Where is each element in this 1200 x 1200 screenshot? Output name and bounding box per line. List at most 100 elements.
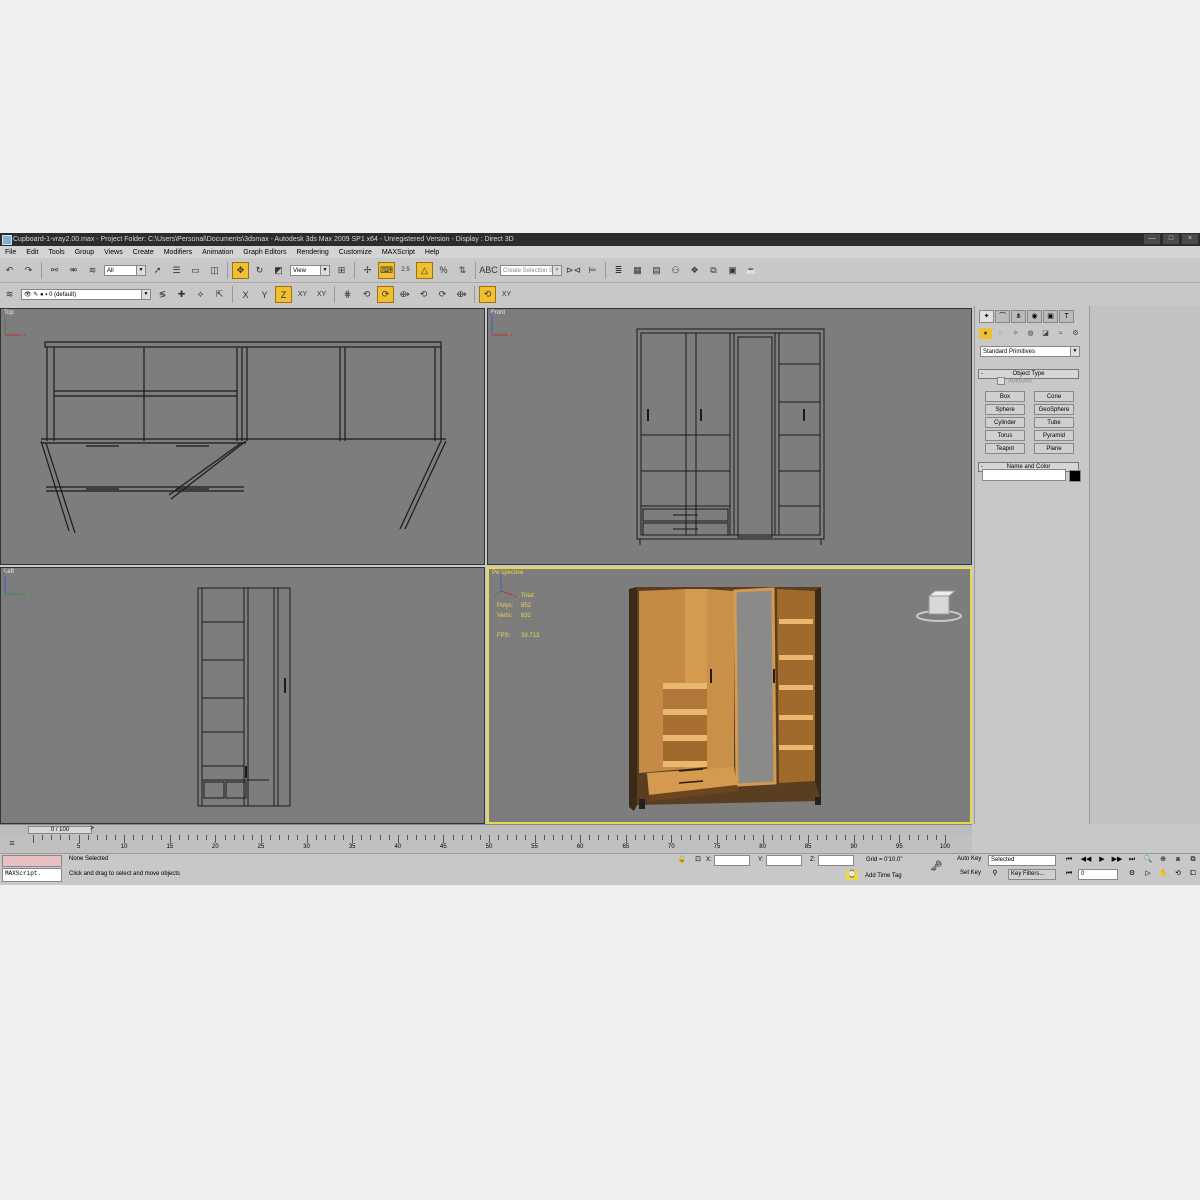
set-key-icon[interactable]: 🗝 xyxy=(930,862,943,872)
viewport-front[interactable]: Front z x xyxy=(487,308,972,565)
undo-icon[interactable]: ↶ xyxy=(1,262,18,279)
menu-animation[interactable]: Animation xyxy=(197,249,238,256)
reference-coordinate-dropdown[interactable]: View ▼ xyxy=(290,264,330,276)
window-crossing-icon[interactable]: ◫ xyxy=(206,262,223,279)
menu-tools[interactable]: Tools xyxy=(43,249,69,256)
rendered-frame-icon[interactable]: ▣ xyxy=(724,262,741,279)
geosphere-button[interactable]: GeoSphere xyxy=(1034,404,1074,415)
motion-tab-icon[interactable]: ◉ xyxy=(1027,310,1042,323)
menu-help[interactable]: Help xyxy=(420,249,444,256)
set-current-layer-icon[interactable]: ⇱ xyxy=(211,286,228,303)
layer-manager-icon[interactable]: ≣ xyxy=(610,262,627,279)
snap-bbox-icon[interactable]: ⟴ xyxy=(453,286,470,303)
select-rotate-icon[interactable]: ↻ xyxy=(251,262,268,279)
box-button[interactable]: Box xyxy=(985,391,1025,402)
axis-constraint-xy-button[interactable]: XY xyxy=(498,286,515,303)
select-object-icon[interactable]: ➚ xyxy=(149,262,166,279)
menu-rendering[interactable]: Rendering xyxy=(291,249,333,256)
material-editor-icon[interactable]: ❖ xyxy=(686,262,703,279)
app-icon[interactable] xyxy=(2,235,12,245)
menu-file[interactable]: File xyxy=(0,249,21,256)
menu-customize[interactable]: Customize xyxy=(334,249,377,256)
teapot-button[interactable]: Teapot xyxy=(985,443,1025,454)
previous-frame-icon[interactable]: ◀◀ xyxy=(1080,855,1092,865)
angle-snap-icon[interactable]: △ xyxy=(416,261,433,279)
field-of-view-icon[interactable]: ▷ xyxy=(1142,869,1154,879)
rect-selection-icon[interactable]: ▭ xyxy=(187,262,204,279)
tube-button[interactable]: Tube xyxy=(1034,417,1074,428)
sphere-button[interactable]: Sphere xyxy=(985,404,1025,415)
zoom-extents-icon[interactable]: ⧈ xyxy=(1172,855,1184,865)
go-to-end-icon[interactable]: ⏭ xyxy=(1126,855,1138,865)
selection-filter-dropdown[interactable]: All ▼ xyxy=(104,264,146,276)
zoom-all-icon[interactable]: ⊕ xyxy=(1157,855,1169,865)
track-bar[interactable]: ≡ 5 10 15 20 25 30 35 40 45 50 55 60 65 70 75 80 85 90 95 1… xyxy=(0,835,972,853)
menu-views[interactable]: Views xyxy=(99,249,128,256)
menu-maxscript[interactable]: MAXScript xyxy=(377,249,420,256)
axis-x-button[interactable]: X xyxy=(237,286,254,303)
select-move-icon[interactable]: ✥ xyxy=(232,261,249,279)
minimize-button[interactable]: — xyxy=(1144,234,1160,244)
object-name-input[interactable] xyxy=(982,469,1066,481)
axis-y-button[interactable]: Y xyxy=(256,286,273,303)
y-coordinate-input[interactable] xyxy=(766,855,802,866)
align-icon[interactable]: ⊨ xyxy=(584,262,601,279)
select-scale-icon[interactable]: ◩ xyxy=(270,262,287,279)
hierarchy-tab-icon[interactable]: ⋔ xyxy=(1011,310,1026,323)
cone-button[interactable]: Cone xyxy=(1034,391,1074,402)
display-tab-icon[interactable]: ▣ xyxy=(1043,310,1058,323)
maximize-viewport-icon[interactable]: ⧠ xyxy=(1187,869,1199,879)
z-coordinate-input[interactable] xyxy=(818,855,854,866)
percent-snap-icon[interactable]: % xyxy=(435,262,452,279)
snap-edge-icon[interactable]: ⟴ xyxy=(396,286,413,303)
lock-icon[interactable]: 🔒 xyxy=(676,855,688,865)
orbit-icon[interactable]: ⟲ xyxy=(1172,869,1184,879)
viewport-perspective[interactable]: Perspective Total Polys: 852 Verts: 832 FP… xyxy=(487,567,972,824)
manipulate-icon[interactable]: ✢ xyxy=(359,262,376,279)
layer-dropdown[interactable]: 👁 ✎ ● ▪ 0 (default) ▼ xyxy=(21,289,151,300)
modify-tab-icon[interactable]: ⌒ xyxy=(995,310,1010,323)
next-frame-arrow-icon[interactable]: > xyxy=(90,825,94,832)
maxscript-listener-pink[interactable] xyxy=(2,855,62,867)
autogrid-checkbox[interactable]: AutoGrid xyxy=(997,377,1032,385)
mini-curve-editor-icon[interactable]: ≡ xyxy=(5,836,19,850)
utilities-tab-icon[interactable]: T xyxy=(1059,310,1074,323)
render-setup-icon[interactable]: ⧉ xyxy=(705,262,722,279)
snap-pivot-icon[interactable]: ⟳ xyxy=(434,286,451,303)
layers-icon[interactable]: ≋ xyxy=(1,286,18,303)
select-in-layer-icon[interactable]: ⟡ xyxy=(192,286,209,303)
unlink-icon[interactable]: ⚮ xyxy=(65,262,82,279)
curve-editor-icon[interactable]: ▤ xyxy=(648,262,665,279)
redo-icon[interactable]: ↷ xyxy=(20,262,37,279)
axis-xy-toggle-button[interactable]: XY xyxy=(313,286,330,303)
viewport-top[interactable]: Top y x xyxy=(0,308,485,565)
shapes-icon[interactable]: ◌ xyxy=(994,328,1007,339)
axis-xy-button[interactable]: XY xyxy=(294,286,311,303)
zoom-extents-all-icon[interactable]: ⧉ xyxy=(1187,855,1199,865)
plane-button[interactable]: Plane xyxy=(1034,443,1074,454)
select-by-name-icon[interactable]: ☰ xyxy=(168,262,185,279)
snap-endpoint-icon[interactable]: ⟲ xyxy=(358,286,375,303)
close-button[interactable]: × xyxy=(1182,234,1198,244)
snap-vertex-icon[interactable]: ⋕ xyxy=(339,286,356,303)
x-coordinate-input[interactable] xyxy=(714,855,750,866)
pivot-center-icon[interactable]: ⊞ xyxy=(333,262,350,279)
menu-modifiers[interactable]: Modifiers xyxy=(159,249,197,256)
snap-toggle-icon[interactable]: 2.5 xyxy=(397,262,414,279)
bind-spacewarp-icon[interactable]: ≋ xyxy=(84,262,101,279)
mirror-icon[interactable]: ⊳⊲ xyxy=(565,262,582,279)
cylinder-button[interactable]: Cylinder xyxy=(985,417,1025,428)
menu-group[interactable]: Group xyxy=(70,249,99,256)
menu-graph-editors[interactable]: Graph Editors xyxy=(238,249,291,256)
snap-perpendicular-icon[interactable]: ⟲ xyxy=(479,286,496,303)
pan-icon[interactable]: ✋ xyxy=(1157,869,1169,879)
menu-create[interactable]: Create xyxy=(128,249,159,256)
viewport-left[interactable]: Left z y xyxy=(0,567,485,824)
key-mode-toggle-icon[interactable]: ⏮ xyxy=(1063,869,1075,879)
render-teapot-icon[interactable]: ☕ xyxy=(743,262,760,279)
object-color-swatch[interactable] xyxy=(1069,470,1081,482)
menu-edit[interactable]: Edit xyxy=(21,249,43,256)
graphite-ribbon-icon[interactable]: ▦ xyxy=(629,262,646,279)
primitive-category-dropdown[interactable]: Standard Primitives ▼ xyxy=(980,346,1080,357)
keyboard-shortcut-override-icon[interactable]: ⌨ xyxy=(378,261,395,279)
